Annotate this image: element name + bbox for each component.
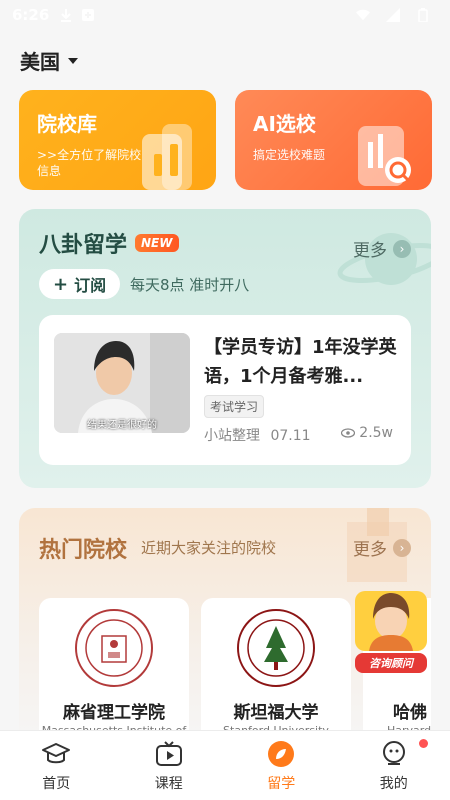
- school-card[interactable]: 麻省理工学院 Massachusetts Institute of Techno…: [39, 598, 189, 748]
- article-date: 07.11: [270, 428, 311, 444]
- video-icon: [154, 739, 184, 769]
- video-thumbnail[interactable]: 结果还是很好的: [54, 333, 190, 433]
- gossip-more-link[interactable]: 更多 ›: [353, 236, 411, 261]
- tab-profile[interactable]: 我的: [338, 731, 450, 800]
- chevron-right-icon: ›: [393, 538, 411, 557]
- more-label: 更多: [353, 540, 387, 560]
- tab-courses[interactable]: 课程: [113, 731, 226, 800]
- chevron-right-icon: ›: [393, 239, 411, 258]
- subscribe-label: 订阅: [74, 276, 107, 295]
- article-author: 小站整理: [204, 428, 260, 444]
- hot-more-link[interactable]: 更多 ›: [353, 535, 411, 560]
- plus-icon: +: [53, 273, 69, 295]
- hot-subtitle: 近期大家关注的院校: [141, 539, 277, 557]
- gossip-title: 八卦留学: [39, 233, 128, 258]
- article-title: 【学员专访】1年没学英语，1个月备考雅...: [204, 337, 397, 387]
- profile-icon: [379, 739, 409, 769]
- consultant-label: 咨询顾问: [355, 653, 427, 673]
- caret-down-icon: [68, 57, 78, 64]
- graduation-cap-icon: [41, 739, 71, 769]
- mit-seal-icon: [75, 609, 153, 687]
- school-library-card[interactable]: 院校库 >>全方位了解院校信息: [19, 90, 216, 190]
- tab-study-abroad[interactable]: 留学: [225, 731, 338, 800]
- bottom-tab-bar: 首页 课程 留学 我的: [0, 730, 450, 800]
- ai-school-pick-card[interactable]: AI选校 搞定选校难题: [235, 90, 432, 190]
- wifi-icon: [356, 8, 370, 22]
- views-count: 2.5w: [359, 425, 393, 441]
- leaf-icon: [266, 739, 296, 769]
- new-badge: NEW: [135, 234, 179, 252]
- search-chart-icon: [358, 126, 411, 186]
- gossip-tagline: 每天8点 准时开八: [130, 276, 250, 294]
- gossip-heading: 八卦留学 NEW: [39, 227, 179, 259]
- eye-icon: [341, 428, 356, 438]
- stanford-seal-icon: [237, 609, 315, 687]
- consultant-avatar-icon: [355, 591, 427, 651]
- battery-icon: [416, 8, 430, 22]
- school-name: 麻省理工学院: [63, 703, 165, 723]
- status-time: 6:26: [12, 6, 50, 24]
- video-caption: 结果还是很好的: [87, 420, 157, 431]
- article-views: 2.5w: [341, 425, 393, 441]
- tab-home[interactable]: 首页: [0, 731, 113, 800]
- region-label: 美国: [20, 50, 60, 74]
- gossip-section: 八卦留学 NEW 更多 › + 订阅 每天8点 准时开八 结果还是很好的 【学员…: [19, 209, 431, 488]
- signal-icon: [386, 8, 400, 22]
- school-name: 哈佛: [393, 703, 427, 723]
- article-meta: 小站整理 07.11: [204, 425, 311, 445]
- article-tag: 考试学习: [204, 395, 265, 418]
- tab-label: 留学: [267, 775, 296, 792]
- subscribe-button[interactable]: + 订阅: [39, 269, 121, 299]
- article-card[interactable]: 结果还是很好的 【学员专访】1年没学英语，1个月备考雅... 考试学习 小站整理…: [39, 315, 411, 465]
- tab-label: 首页: [42, 775, 71, 792]
- status-bar: 6:26: [0, 0, 450, 30]
- hot-title: 热门院校: [39, 538, 128, 563]
- app-notification-icon: [81, 8, 95, 22]
- school-name: 斯坦福大学: [233, 703, 319, 723]
- region-selector[interactable]: 美国: [20, 46, 78, 75]
- school-card[interactable]: 斯坦福大学 Stanford University: [201, 598, 351, 748]
- card-desc: >>全方位了解院校信息: [37, 148, 142, 178]
- notification-dot-icon: [419, 739, 428, 748]
- consultant-button[interactable]: 咨询顾问: [355, 585, 435, 685]
- card-desc: 搞定选校难题: [253, 148, 326, 162]
- tab-label: 课程: [154, 775, 183, 792]
- more-label: 更多: [353, 241, 387, 261]
- tab-label: 我的: [379, 775, 408, 792]
- download-icon: [59, 8, 73, 22]
- building-icon: [142, 124, 192, 190]
